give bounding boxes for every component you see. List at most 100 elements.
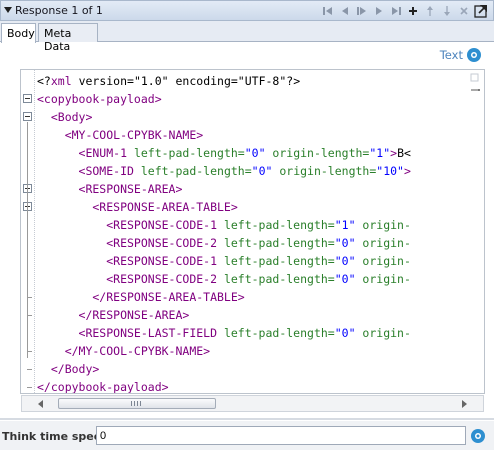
code-token: origin-length= <box>265 146 370 160</box>
code-token: origin- <box>355 272 411 286</box>
view-mode-toggle[interactable]: Text <box>440 47 482 63</box>
code-token: "0" <box>251 164 273 178</box>
code-line[interactable]: </copybook-payload> <box>37 378 468 394</box>
scroll-thumb[interactable] <box>58 398 216 409</box>
scroll-right-icon[interactable] <box>462 400 467 408</box>
code-token: xml <box>50 74 72 88</box>
fold-end-marker <box>27 315 32 316</box>
tab-body[interactable]: Body <box>1 23 36 43</box>
code-token: </RESPONSE-AREA-TABLE> <box>37 290 245 304</box>
code-token: > <box>403 164 411 178</box>
fold-gutter <box>21 70 35 393</box>
panel-title: Response 1 of 1 <box>15 4 103 17</box>
move-up-icon[interactable] <box>422 3 438 19</box>
code-token: <ENUM-1 <box>37 146 128 160</box>
code-token: </Body> <box>37 362 100 376</box>
code-token: <RESPONSE-AREA-TABLE> <box>37 200 238 214</box>
response-tabs: Body Meta Data <box>0 21 494 53</box>
code-token: left-pad-length= <box>133 164 252 178</box>
code-line[interactable]: </Body> <box>37 360 468 378</box>
gear-icon[interactable] <box>470 428 486 444</box>
code-line[interactable]: <RESPONSE-CODE-2 left-pad-length="0" ori… <box>37 270 468 288</box>
code-token: left-pad-length= <box>127 146 245 160</box>
think-time-row: Think time spec: <box>0 421 494 450</box>
add-icon[interactable] <box>405 3 421 19</box>
fold-toggle-icon[interactable] <box>23 94 32 103</box>
external-open-icon[interactable] <box>473 3 489 19</box>
code-line[interactable]: <RESPONSE-AREA-TABLE> <box>37 198 468 216</box>
horizontal-scrollbar[interactable] <box>21 395 484 412</box>
response-toolbar <box>320 3 489 19</box>
code-token: <RESPONSE-LAST-FIELD <box>37 326 218 340</box>
code-token: <RESPONSE-AREA> <box>37 182 183 196</box>
code-line[interactable]: <RESPONSE-CODE-2 left-pad-length="0" ori… <box>37 234 468 252</box>
fold-end-marker <box>27 297 32 298</box>
code-line[interactable]: <RESPONSE-CODE-1 left-pad-length="0" ori… <box>37 252 468 270</box>
code-token: "10" <box>376 164 404 178</box>
fold-toggle-icon[interactable] <box>23 112 32 121</box>
response-panel-header: Response 1 of 1 <box>0 0 494 21</box>
divider <box>0 418 494 420</box>
code-token: version="1.0" encoding="UTF-8" <box>71 74 287 88</box>
tab-meta-data[interactable]: Meta Data <box>38 23 98 53</box>
think-time-input[interactable] <box>96 426 466 445</box>
view-mode-label[interactable]: Text <box>440 48 463 62</box>
play-icon[interactable] <box>371 3 387 19</box>
code-token: origin- <box>355 218 411 232</box>
code-line[interactable]: <RESPONSE-CODE-1 left-pad-length="1" ori… <box>37 216 468 234</box>
code-token: origin- <box>355 236 411 250</box>
collapse-icon[interactable] <box>4 7 12 13</box>
code-line[interactable]: <SOME-ID left-pad-length="0" origin-leng… <box>37 162 468 180</box>
next-icon[interactable] <box>354 3 370 19</box>
code-token: <MY-COOL-CPYBK-NAME> <box>37 128 204 142</box>
code-line[interactable]: <RESPONSE-LAST-FIELD left-pad-length="0"… <box>37 324 468 342</box>
fold-end-marker <box>27 387 32 388</box>
code-line[interactable]: <MY-COOL-CPYBK-NAME> <box>37 126 468 144</box>
code-token: "1" <box>369 146 391 160</box>
vertical-scrollbar[interactable] <box>469 70 483 395</box>
code-line[interactable]: </MY-COOL-CPYBK-NAME> <box>37 342 468 360</box>
code-token: <RESPONSE-CODE-1 <box>37 254 218 268</box>
code-token: <? <box>37 74 51 88</box>
xml-editor[interactable]: <?xml version="1.0" encoding="UTF-8"?> <c… <box>20 69 485 394</box>
last-icon[interactable] <box>388 3 404 19</box>
code-token: "0" <box>244 146 266 160</box>
fold-line <box>27 122 28 358</box>
overview-ruler-icon <box>470 73 480 91</box>
code-token: ?> <box>286 74 301 88</box>
code-token: "0" <box>334 272 356 286</box>
code-line[interactable]: <RESPONSE-AREA> <box>37 180 468 198</box>
code-token: left-pad-length= <box>217 218 335 232</box>
code-token: "1" <box>334 218 356 232</box>
first-icon[interactable] <box>320 3 336 19</box>
code-token: </MY-COOL-CPYBK-NAME> <box>37 344 211 358</box>
code-line[interactable]: <ENUM-1 left-pad-length="0" origin-lengt… <box>37 144 468 162</box>
previous-icon[interactable] <box>337 3 353 19</box>
code-area[interactable]: <?xml version="1.0" encoding="UTF-8"?> <c… <box>37 72 468 394</box>
move-down-icon[interactable] <box>439 3 455 19</box>
gear-icon[interactable] <box>466 47 482 63</box>
code-token: "0" <box>334 254 356 268</box>
code-line[interactable]: </RESPONSE-AREA-TABLE> <box>37 288 468 306</box>
code-token: <Body> <box>37 110 93 124</box>
fold-end-marker <box>27 351 32 352</box>
code-token: origin- <box>355 326 411 340</box>
code-token: <RESPONSE-CODE-1 <box>37 218 218 232</box>
grip-icon <box>131 401 143 406</box>
code-token: <RESPONSE-CODE-2 <box>37 236 218 250</box>
think-time-label: Think time spec: <box>2 430 105 443</box>
code-line[interactable]: </RESPONSE-AREA> <box>37 306 468 324</box>
code-token: </RESPONSE-AREA> <box>37 308 190 322</box>
code-token: B< <box>397 146 411 160</box>
code-line[interactable]: <Body> <box>37 108 468 126</box>
code-token: left-pad-length= <box>217 272 335 286</box>
code-line[interactable]: <?xml version="1.0" encoding="UTF-8"?> <box>37 72 468 90</box>
code-token: <RESPONSE-CODE-2 <box>37 272 218 286</box>
code-line[interactable]: <copybook-payload> <box>37 90 468 108</box>
code-token: origin-length= <box>272 164 377 178</box>
delete-icon[interactable] <box>456 3 472 19</box>
code-token: </copybook-payload> <box>37 380 169 394</box>
code-token: <SOME-ID <box>37 164 134 178</box>
scroll-left-icon[interactable] <box>38 400 43 408</box>
code-token: <copybook-payload> <box>37 92 162 106</box>
